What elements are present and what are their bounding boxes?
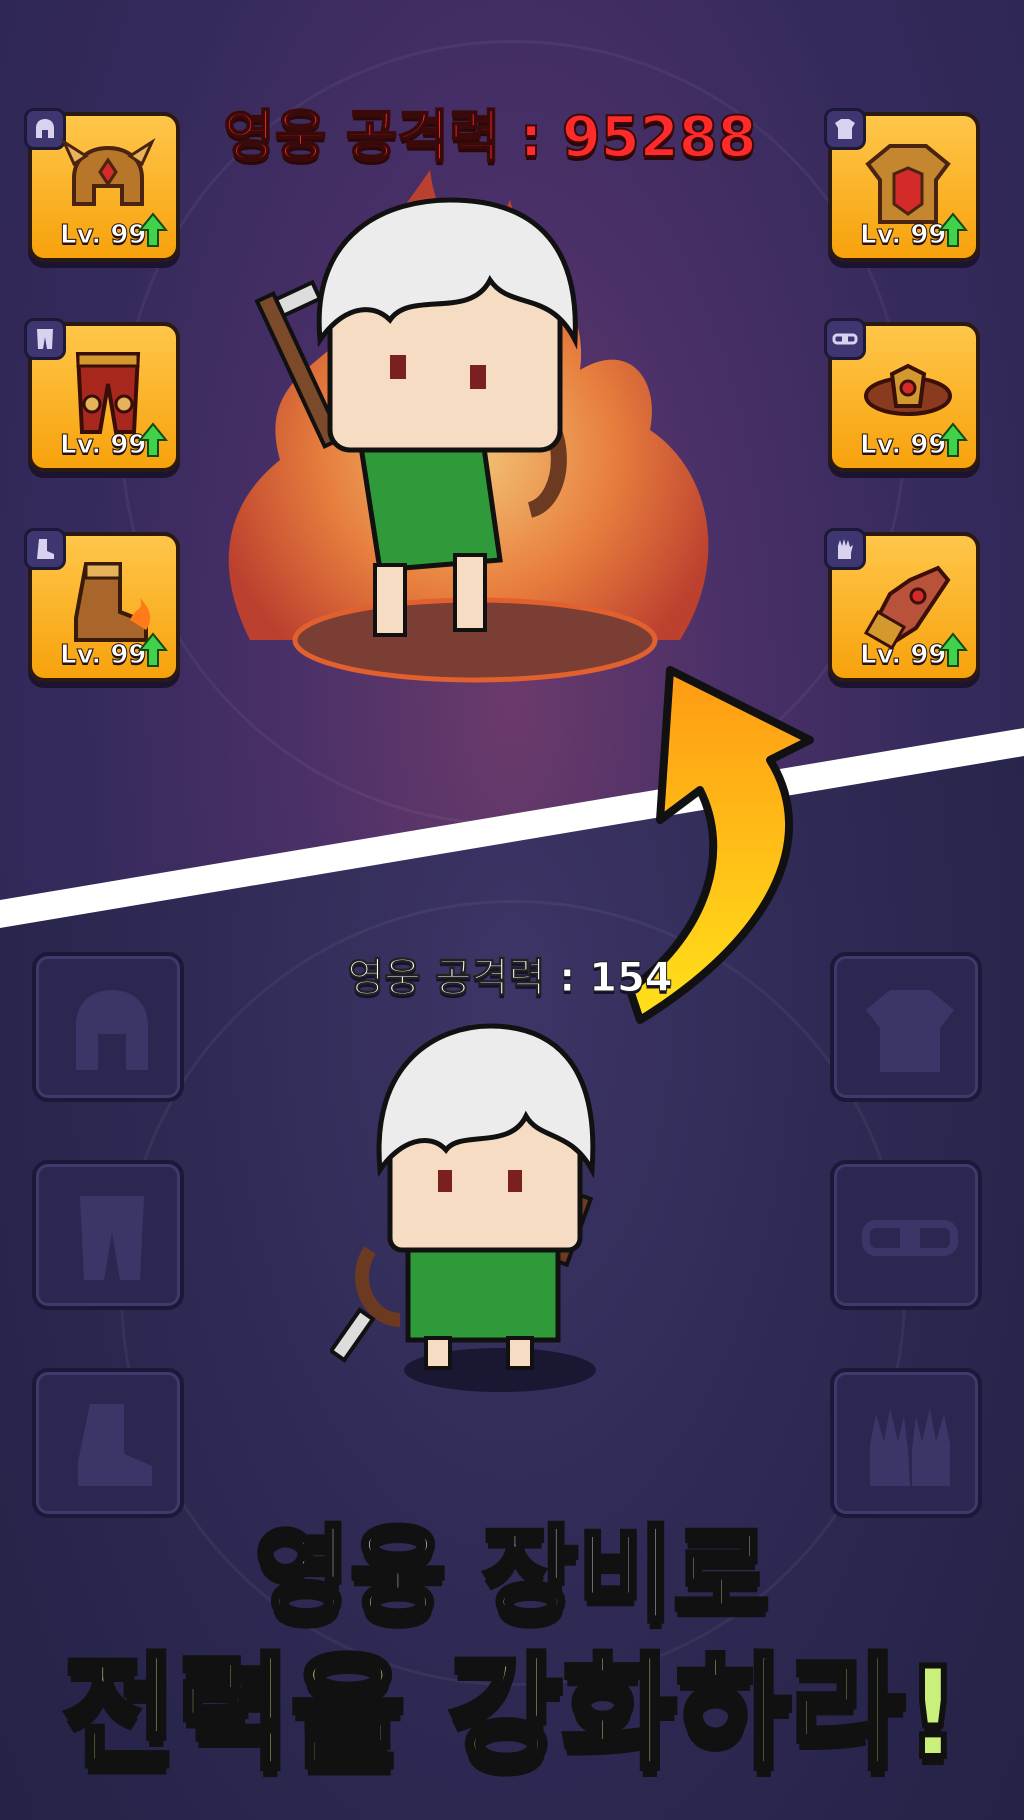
pants-icon — [37, 329, 53, 349]
belt-slot-upgraded[interactable]: Lv. 99 — [824, 318, 980, 472]
pants-slot-upgraded[interactable]: Lv. 99 — [24, 318, 180, 472]
slogan-line-2: 전력을 강화하라! — [60, 1639, 964, 1789]
belt-slot-empty[interactable] — [830, 1160, 982, 1310]
armor-icon — [866, 990, 954, 1072]
helmet-slot-upgraded[interactable]: Lv. 99 — [24, 108, 180, 262]
upgraded-hero-sprite — [228, 170, 709, 683]
pants-level: Lv. 99 — [60, 430, 148, 461]
helmet-level: Lv. 99 — [60, 220, 148, 251]
armor-icon — [835, 119, 855, 139]
pants-slot-empty[interactable] — [32, 1160, 184, 1310]
pants-icon — [80, 1196, 144, 1280]
boots-slot-upgraded[interactable]: Lv. 99 — [24, 528, 180, 682]
gloves-icon — [870, 1408, 950, 1486]
helmet-icon — [36, 119, 54, 138]
helmet-icon — [76, 990, 148, 1070]
boots-icon — [37, 539, 54, 559]
upgrade-arrow-icon — [138, 422, 168, 457]
screen: 영웅 공격력 : 95288 Lv. 99 Lv. 99 Lv. 99 Lv. … — [0, 0, 1024, 1820]
boots-icon — [78, 1404, 152, 1486]
base-hero-sprite — [330, 1023, 596, 1392]
upgrade-arrow-icon — [138, 632, 168, 667]
upgrade-arrow-icon — [138, 212, 168, 247]
armor-slot-empty[interactable] — [830, 952, 982, 1102]
belt-icon — [862, 1220, 958, 1256]
upgrade-arrow-icon — [938, 422, 968, 457]
upgrade-arrow-icon — [938, 212, 968, 247]
boots-level: Lv. 99 — [60, 640, 148, 671]
upgrade-arrow-icon — [938, 632, 968, 667]
armor-level: Lv. 99 — [860, 220, 948, 251]
armor-slot-upgraded[interactable]: Lv. 99 — [824, 108, 980, 262]
belt-level: Lv. 99 — [860, 430, 948, 461]
gloves-icon — [838, 539, 853, 559]
belt-icon — [832, 333, 858, 345]
hero-attack-power-base: 영웅 공격력 : 154 — [347, 955, 673, 1002]
helmet-slot-empty[interactable] — [32, 952, 184, 1102]
gloves-level: Lv. 99 — [860, 640, 948, 671]
